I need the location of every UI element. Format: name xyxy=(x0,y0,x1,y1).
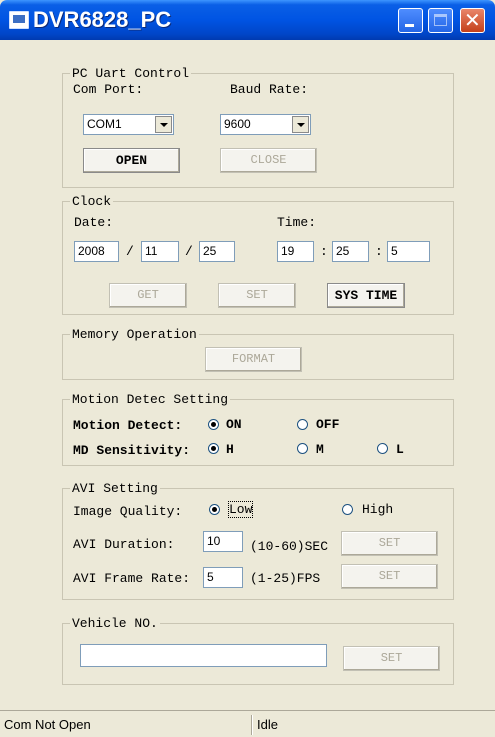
baud-rate-label: Baud Rate: xyxy=(230,82,309,97)
avi-framerate-field[interactable]: 5 xyxy=(203,567,243,588)
quality-high-radio[interactable] xyxy=(342,504,353,515)
chevron-down-icon[interactable] xyxy=(155,116,172,133)
date-separator: / xyxy=(126,244,134,259)
uart-legend: PC Uart Control xyxy=(70,66,192,81)
memory-legend: Memory Operation xyxy=(70,327,199,342)
second-field[interactable]: 5 xyxy=(387,241,430,262)
status-state: Idle xyxy=(257,717,278,732)
image-quality-label: Image Quality: xyxy=(73,504,183,519)
close-icon: ✕ xyxy=(464,8,481,32)
avi-duration-label: AVI Duration: xyxy=(73,537,175,552)
sys-time-button[interactable]: SYS TIME xyxy=(327,283,405,308)
hour-field[interactable]: 19 xyxy=(277,241,314,262)
memory-group: Memory Operation FORMAT xyxy=(62,327,454,380)
baud-rate-value: 9600 xyxy=(224,117,251,131)
set-time-button[interactable]: SET xyxy=(218,283,296,308)
avi-framerate-label: AVI Frame Rate: xyxy=(73,571,191,586)
time-separator: : xyxy=(320,244,328,259)
close-window-button[interactable]: ✕ xyxy=(460,8,485,33)
time-separator: : xyxy=(375,244,383,259)
vehicle-legend: Vehicle NO. xyxy=(70,616,160,631)
com-port-label: Com Port: xyxy=(73,82,144,97)
clock-legend: Clock xyxy=(70,194,114,209)
clock-group: Clock Date: Time: 2008 / 11 / 25 19 : 25… xyxy=(62,194,454,315)
sensitivity-m-label[interactable]: M xyxy=(316,442,324,457)
minute-field[interactable]: 25 xyxy=(332,241,369,262)
maximize-button[interactable] xyxy=(428,8,453,33)
open-button[interactable]: OPEN xyxy=(83,148,180,173)
avi-legend: AVI Setting xyxy=(70,481,160,496)
motion-group: Motion Detec Setting Motion Detect: ON O… xyxy=(62,392,454,466)
window-title: DVR6828_PC xyxy=(33,7,172,32)
sensitivity-l-radio[interactable] xyxy=(377,443,388,454)
sensitivity-m-radio[interactable] xyxy=(297,443,308,454)
md-sensitivity-label: MD Sensitivity: xyxy=(73,443,191,458)
baud-rate-select[interactable]: 9600 xyxy=(220,114,311,135)
vehicle-set-button[interactable]: SET xyxy=(343,646,440,671)
sensitivity-l-label[interactable]: L xyxy=(396,442,404,457)
vehicle-number-field[interactable] xyxy=(80,644,327,667)
motion-off-radio[interactable] xyxy=(297,419,308,430)
sensitivity-h-label[interactable]: H xyxy=(226,442,234,457)
quality-low-label[interactable]: Low xyxy=(227,501,254,518)
format-button[interactable]: FORMAT xyxy=(205,347,302,372)
com-port-select[interactable]: COM1 xyxy=(83,114,174,135)
date-label: Date: xyxy=(74,215,114,230)
vehicle-group: Vehicle NO. SET xyxy=(62,616,454,685)
time-label: Time: xyxy=(277,215,317,230)
motion-detect-label: Motion Detect: xyxy=(73,418,183,433)
title-bar[interactable]: DVR6828_PC ✕ xyxy=(0,0,495,40)
avi-duration-field[interactable]: 10 xyxy=(203,531,243,552)
avi-duration-set-button[interactable]: SET xyxy=(341,531,438,556)
day-field[interactable]: 25 xyxy=(199,241,235,262)
month-field[interactable]: 11 xyxy=(141,241,179,262)
quality-high-label[interactable]: High xyxy=(362,502,393,517)
quality-low-radio[interactable] xyxy=(209,504,220,515)
sensitivity-h-radio[interactable] xyxy=(208,443,219,454)
get-time-button[interactable]: GET xyxy=(109,283,187,308)
motion-legend: Motion Detec Setting xyxy=(70,392,231,407)
close-port-button[interactable]: CLOSE xyxy=(220,148,317,173)
minimize-icon xyxy=(405,24,414,27)
maximize-icon xyxy=(434,14,447,26)
year-field[interactable]: 2008 xyxy=(74,241,119,262)
motion-on-label[interactable]: ON xyxy=(226,417,242,432)
uart-group: PC Uart Control Com Port: Baud Rate: COM… xyxy=(62,66,454,188)
app-icon xyxy=(9,11,29,29)
chevron-down-icon[interactable] xyxy=(292,116,309,133)
com-port-value: COM1 xyxy=(87,117,122,131)
app-window: DVR6828_PC ✕ PC Uart Control Com Port: B… xyxy=(0,0,495,737)
status-bar: Com Not Open Idle xyxy=(0,710,495,737)
avi-duration-range: (10-60)SEC xyxy=(250,539,329,554)
status-com: Com Not Open xyxy=(4,717,91,732)
minimize-button[interactable] xyxy=(398,8,423,33)
avi-framerate-set-button[interactable]: SET xyxy=(341,564,438,589)
date-separator: / xyxy=(185,244,193,259)
motion-off-label[interactable]: OFF xyxy=(316,417,339,432)
avi-group: AVI Setting Image Quality: Low High AVI … xyxy=(62,481,454,600)
avi-framerate-range: (1-25)FPS xyxy=(250,571,321,586)
status-divider xyxy=(251,715,252,735)
motion-on-radio[interactable] xyxy=(208,419,219,430)
